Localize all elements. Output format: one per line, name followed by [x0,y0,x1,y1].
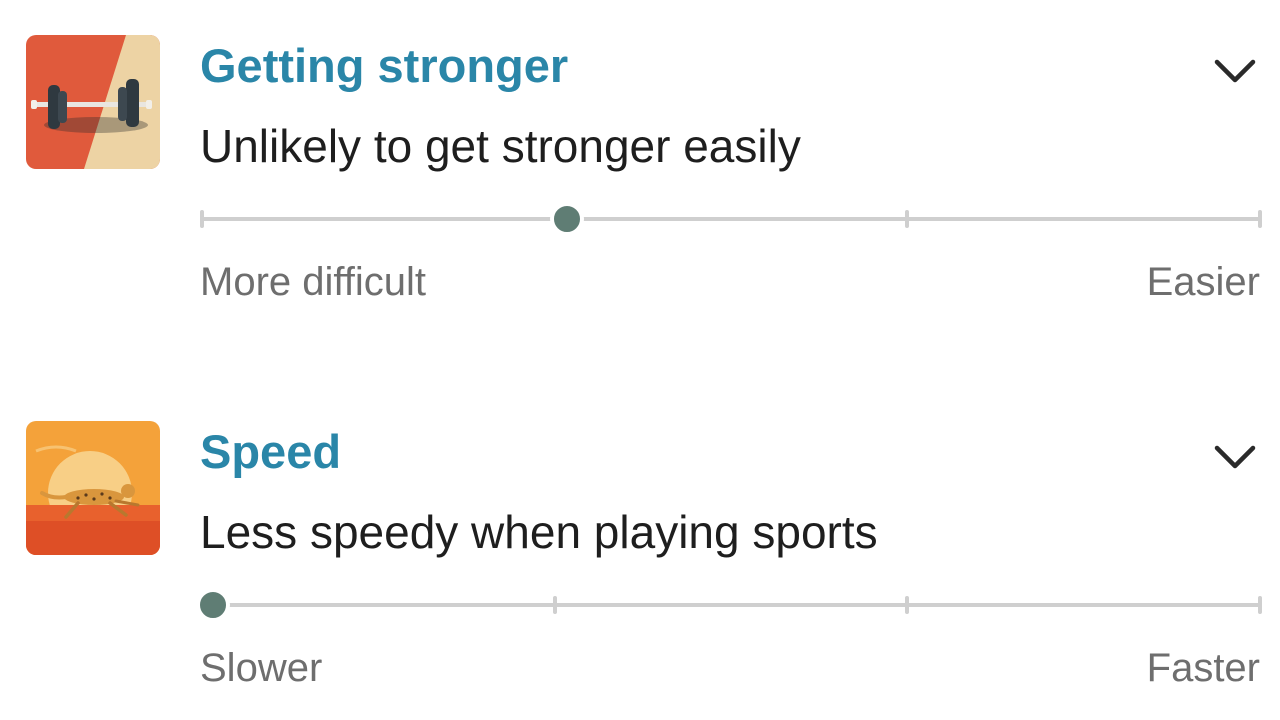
slider-track [202,603,1260,607]
slider-track [202,217,1260,221]
scale-min-label: More difficult [200,260,427,304]
scale-min-label: Slower [200,646,323,690]
barbell-icon [26,35,160,169]
slider-knob[interactable] [195,588,230,622]
slider-tick [905,210,910,228]
slider-tick [1258,596,1262,614]
trait-summary: Unlikely to get stronger easily [200,120,801,172]
slider-tick [905,596,910,614]
speed-scale-slider[interactable] [195,588,1262,622]
trait-summary: Less speedy when playing sports [200,506,878,558]
trait-title: Getting stronger [200,39,569,92]
scale-max-label: Easier [1146,260,1260,304]
slider-tick [552,596,557,614]
scale-max-label: Faster [1146,646,1260,690]
slider-knob[interactable] [550,202,584,236]
slider-tick [200,210,204,228]
trait-title: Speed [200,425,342,478]
chevron-down-icon[interactable] [1210,438,1260,478]
strength-scale-slider[interactable] [200,202,1262,236]
chevron-down-icon[interactable] [1210,52,1260,92]
slider-tick [1258,210,1262,228]
cheetah-icon [26,421,160,555]
